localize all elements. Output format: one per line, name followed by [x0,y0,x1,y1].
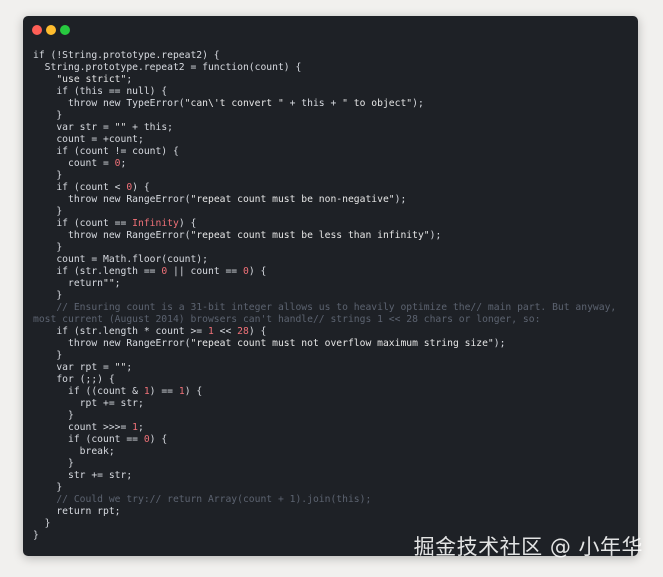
code-line: throw new RangeError("repeat count must … [33,338,506,349]
code-line: } [33,170,63,181]
code-line: } [33,518,51,529]
code-line: count = 0; [33,158,127,169]
code-line: if (count != count) { [33,146,179,157]
code-line: if (count == Infinity) { [33,218,197,229]
code-line: if ((count & 1) == 1) { [33,386,203,397]
code-line: var str = "" + this; [33,122,173,133]
code-line: count >>>= 1; [33,422,144,433]
code-line: } [33,290,63,301]
code-line: if (this == null) { [33,86,168,97]
code-line: } [33,458,74,469]
code-line: return rpt; [33,506,121,517]
code-line: count = +count; [33,134,144,145]
code-line: // Could we try:// return Array(count + … [33,494,372,505]
code-line: String.prototype.repeat2 = function(coun… [33,62,302,73]
code-line: } [33,350,63,361]
code-line: if (str.length * count >= 1 << 28) { [33,326,267,337]
code-window: if (!String.prototype.repeat2) { String.… [23,16,638,556]
code-line: throw new RangeError("repeat count must … [33,230,442,241]
code-line: "use strict"; [56,74,133,85]
code-line: } [33,410,74,421]
code-line: if (str.length == 0 || count == 0) { [33,266,267,277]
code-block: if (!String.prototype.repeat2) { String.… [33,50,616,542]
window-titlebar [23,16,638,44]
code-line: if (count < 0) { [33,182,150,193]
code-line: if (count == 0) { [33,434,168,445]
maximize-dot-icon [60,25,70,35]
watermark-text: 掘金技术社区 @ 小年华 [413,535,643,559]
code-line: // Ensuring count is a 31-bit integer al… [33,302,617,313]
code-line: } [33,482,63,493]
code-line: } [33,242,63,253]
code-line: } [33,206,63,217]
code-line: break; [33,446,115,457]
code-line: count = Math.floor(count); [33,254,208,265]
code-line: return""; [33,278,121,289]
code-line: str += str; [33,470,133,481]
code-line: var rpt = ""; [33,362,133,373]
code-line: rpt += str; [33,398,144,409]
minimize-dot-icon [46,25,56,35]
code-line: } [33,110,63,121]
close-dot-icon [32,25,42,35]
code-line: throw new TypeError("can\'t convert " + … [33,98,424,109]
code-line: most current (August 2014) browsers can'… [33,314,541,325]
code-line: for (;;) { [33,374,115,385]
code-line: throw new RangeError("repeat count must … [33,194,407,205]
code-line: if (!String.prototype.repeat2) { [33,50,220,61]
